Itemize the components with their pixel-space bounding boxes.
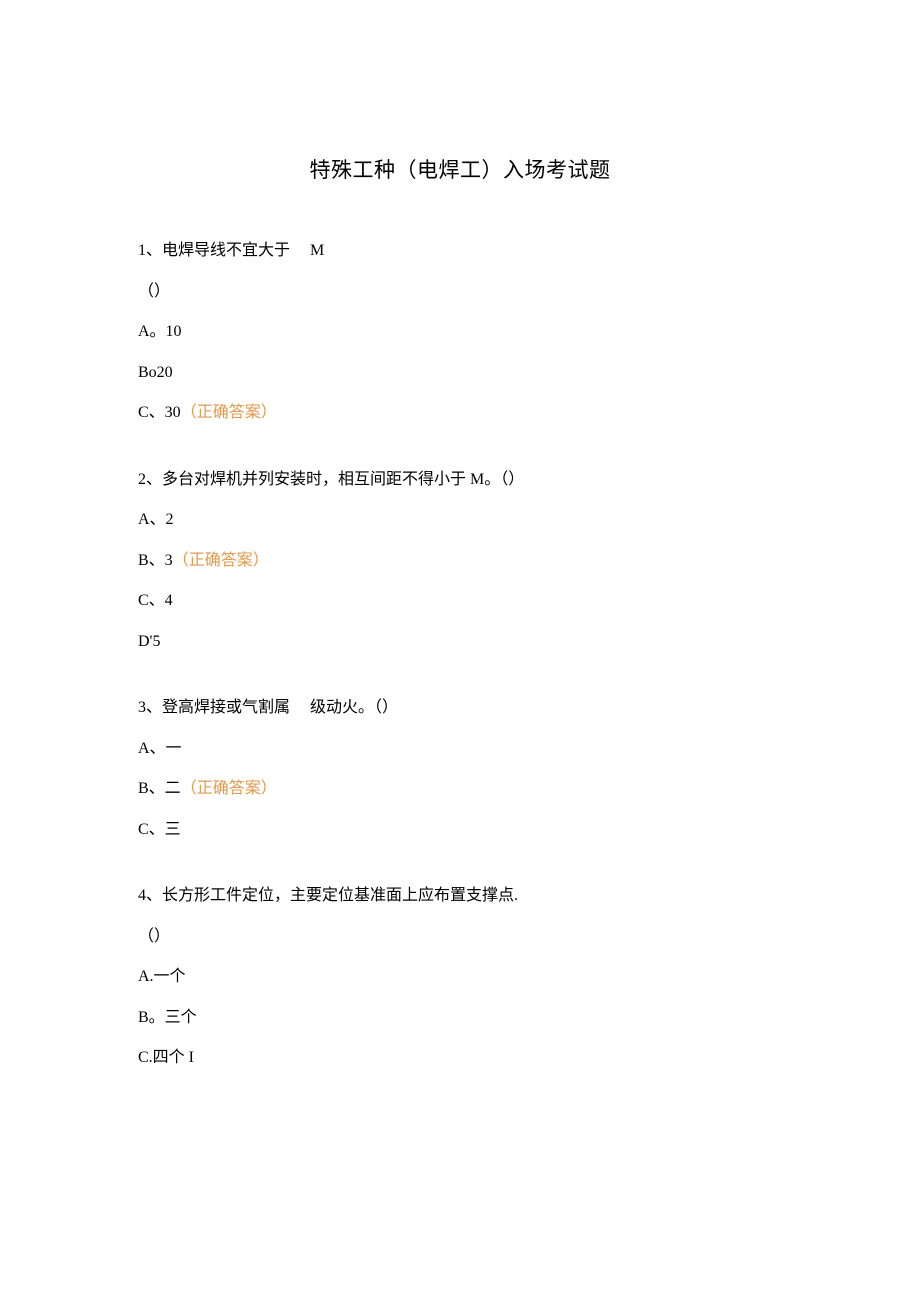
option: A。10: [138, 324, 782, 340]
correct-answer-label: （正确答案）: [181, 780, 277, 797]
document-page: 特殊工种（电焊工）入场考试题 1、电焊导线不宜大于 M （） A。10 Bo20 C、3…: [0, 0, 920, 1191]
option-text: D'5: [138, 633, 160, 650]
option-text: Bo20: [138, 364, 173, 381]
block-gap: [138, 674, 782, 700]
option: C、4: [138, 593, 782, 609]
option-text: A.一个: [138, 968, 186, 985]
option: C、三: [138, 822, 782, 838]
block-gap: [138, 446, 782, 472]
option-text: C、30: [138, 404, 181, 421]
option: Bo20: [138, 365, 782, 381]
option: C、30（正确答案）: [138, 405, 782, 421]
option-text: B、二: [138, 780, 181, 797]
option-text: B。三个: [138, 1009, 197, 1026]
question-text: 4、长方形工件定位，主要定位基准面上应布置支撑点.: [138, 888, 782, 904]
option: B。三个: [138, 1010, 782, 1026]
correct-answer-label: （正确答案）: [181, 404, 277, 421]
document-content: 1、电焊导线不宜大于 M（）A。10Bo20C、30（正确答案）2、多台对焊机并…: [138, 243, 782, 1066]
document-title: 特殊工种（电焊工）入场考试题: [138, 160, 782, 181]
option: D'5: [138, 634, 782, 650]
option: A、一: [138, 741, 782, 757]
option: A、2: [138, 512, 782, 528]
option: C.四个 I: [138, 1050, 782, 1066]
option-text: C、4: [138, 592, 173, 609]
correct-answer-label: （正确答案）: [173, 552, 269, 569]
question-text: 3、登高焊接或气割属 级动火。（）: [138, 700, 782, 716]
question-text: （）: [138, 929, 782, 945]
question-text: （）: [138, 284, 782, 300]
question-text: 2、多台对焊机并列安装时，相互间距不得小于 M。（）: [138, 472, 782, 488]
option: A.一个: [138, 969, 782, 985]
option-text: C、三: [138, 821, 181, 838]
option-text: C.四个 I: [138, 1049, 194, 1066]
block-gap: [138, 862, 782, 888]
option-text: A。10: [138, 323, 182, 340]
option: B、二（正确答案）: [138, 781, 782, 797]
question-text: 1、电焊导线不宜大于 M: [138, 243, 782, 259]
option-text: A、2: [138, 511, 174, 528]
option-text: A、一: [138, 740, 182, 757]
option-text: B、3: [138, 552, 173, 569]
option: B、3（正确答案）: [138, 553, 782, 569]
